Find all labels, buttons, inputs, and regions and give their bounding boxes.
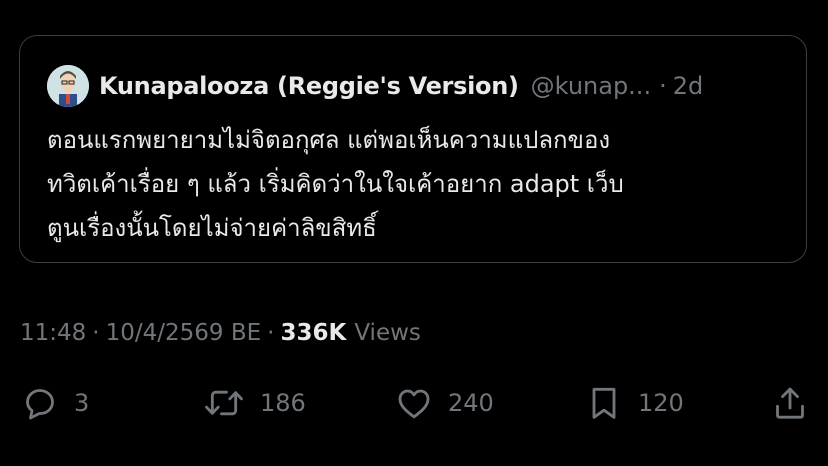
quoted-tweet-text: ตอนแรกพยายามไม่จิตอกุศล แต่พอเห็นความแปล…: [47, 118, 787, 250]
like-button[interactable]: 240: [394, 378, 494, 428]
avatar-illustration: [47, 65, 89, 107]
views-count[interactable]: 336K: [280, 320, 346, 346]
quoted-tweet-header: Kunapalooza (Reggie's Version) @kunap...…: [47, 65, 703, 107]
avatar[interactable]: [47, 65, 89, 107]
bookmark-button[interactable]: 120: [584, 378, 684, 428]
header-separator: ·: [659, 72, 667, 100]
like-count: 240: [448, 389, 494, 417]
reply-icon: [26, 389, 54, 420]
repost-button[interactable]: 186: [202, 378, 306, 428]
quoted-tweet-card[interactable]: Kunapalooza (Reggie's Version) @kunap...…: [19, 35, 807, 263]
reply-button[interactable]: 3: [20, 378, 89, 428]
bookmark-icon: [592, 387, 616, 419]
bookmark-count: 120: [638, 389, 684, 417]
tweet-actions-bar: 3 186 240 120: [0, 378, 828, 428]
repost-count: 186: [260, 389, 306, 417]
heart-icon: [398, 389, 430, 419]
meta-separator: ·: [92, 320, 100, 346]
tweet-meta: 11:48 · 10/4/2569 BE · 336K Views: [20, 313, 421, 353]
quoted-timestamp[interactable]: 2d: [673, 72, 704, 100]
tweet-time[interactable]: 11:48: [20, 320, 86, 346]
quoted-text-line: ตอนแรกพยายามไม่จิตอกุศล แต่พอเห็นความแปล…: [47, 126, 611, 154]
share-icon: [776, 387, 804, 419]
views-label: Views: [354, 320, 421, 346]
meta-separator: ·: [267, 320, 275, 346]
quoted-display-name[interactable]: Kunapalooza (Reggie's Version): [99, 72, 519, 100]
quoted-text-line: ทวิตเค้าเรื่อย ๆ แล้ว เริ่มคิดว่าในใจเค้…: [47, 170, 624, 198]
quoted-text-line: ตูนเรื่องนั้นโดยไม่จ่ายค่าลิขสิทธิ์: [47, 214, 377, 242]
repost-icon: [205, 390, 243, 416]
quoted-handle[interactable]: @kunap...: [531, 72, 651, 100]
share-button[interactable]: [770, 378, 810, 428]
reply-count: 3: [74, 389, 90, 417]
tweet-date[interactable]: 10/4/2569 BE: [106, 320, 262, 346]
